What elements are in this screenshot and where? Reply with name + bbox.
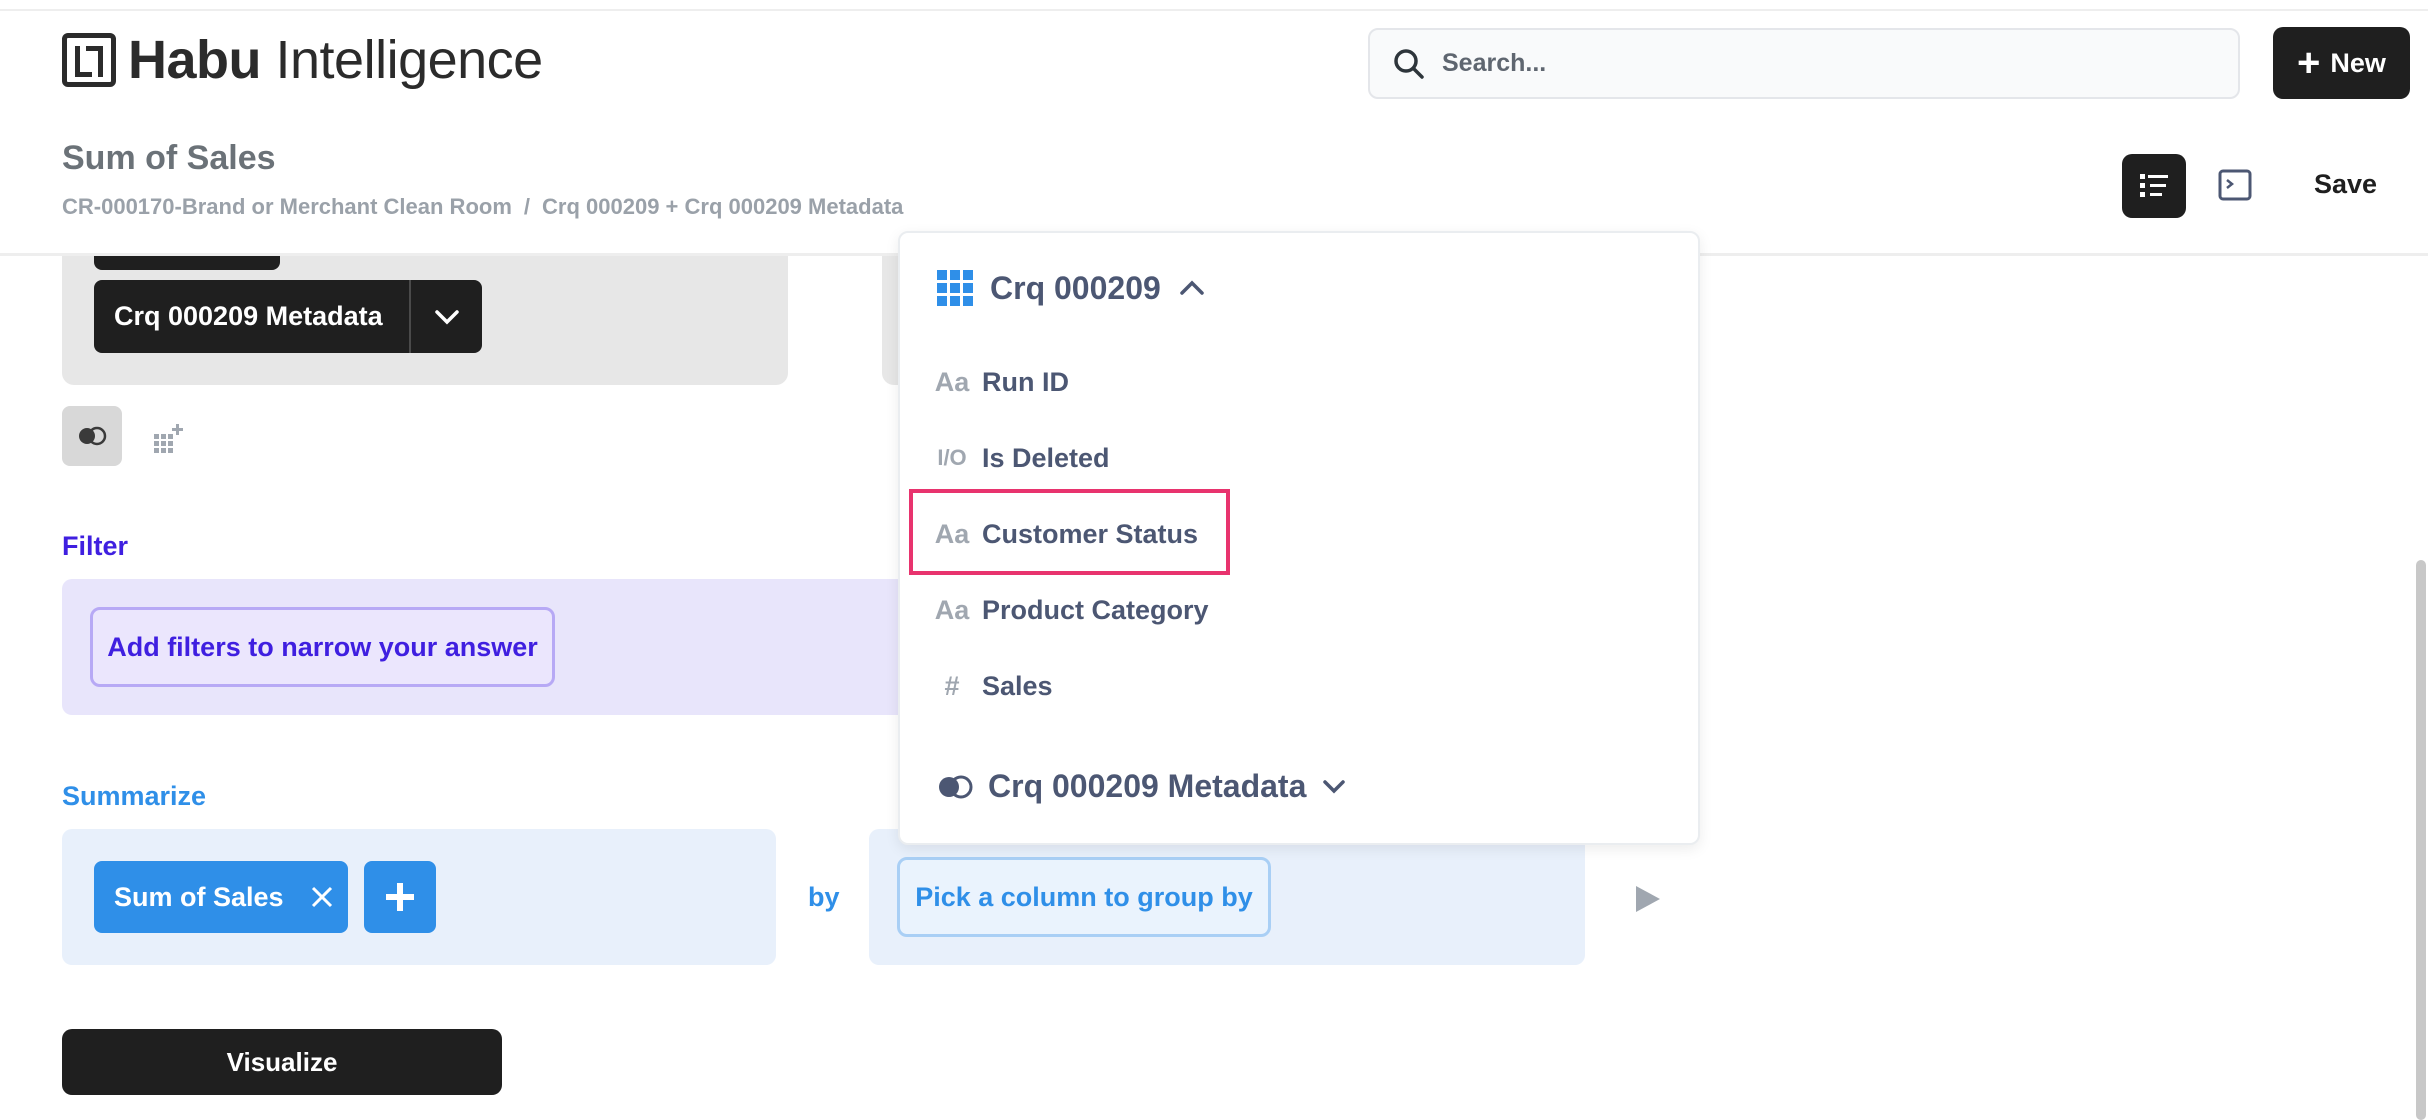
text-type-icon: Aa [934,366,970,397]
grid-plus-icon [154,424,183,453]
column-option-customer-status[interactable]: Aa Customer Status [930,504,1198,564]
number-type-icon: # [944,670,960,701]
column-option-label: Run ID [982,366,1069,397]
plus-icon [386,883,414,911]
joined-table-pill[interactable]: Crq 000209 Metadata [94,280,482,353]
console-icon [2218,169,2252,201]
column-option-label: Is Deleted [982,442,1110,473]
chevron-down-icon [1322,779,1346,795]
column-option-product-category[interactable]: Aa Product Category [930,580,1209,640]
column-option-run-id[interactable]: Aa Run ID [930,352,1069,412]
join-data-button[interactable] [62,406,122,466]
joined-table-section-header[interactable]: Crq 000209 Metadata [936,768,1346,805]
visualize-button[interactable]: Visualize [62,1029,502,1095]
boolean-type-icon: I/O [937,445,967,470]
column-option-label: Sales [982,670,1053,701]
habu-logo-icon [62,33,116,87]
search-icon [1394,48,1424,79]
filter-section-label: Filter [62,531,129,561]
text-type-icon: Aa [934,594,970,625]
breadcrumb: CR-000170-Brand or Merchant Clean Room /… [62,194,903,220]
app-header: Habu Intelligence + New Sum of Sales CR-… [0,11,2428,256]
join-icon [79,426,107,446]
add-filter-button[interactable]: Add filters to narrow your answer [90,607,555,687]
breadcrumb-clean-room[interactable]: CR-000170-Brand or Merchant Clean Room [62,194,512,220]
text-type-icon: Aa [934,518,970,549]
column-option-sales[interactable]: # Sales [930,656,1053,716]
metric-pill[interactable]: Sum of Sales [94,861,348,933]
logo-text: Habu Intelligence [128,30,543,90]
joined-table-section-title: Crq 000209 Metadata [988,768,1307,804]
top-border [0,0,2428,11]
chevron-up-icon [1179,280,1205,296]
joined-table-label: Crq 000209 Metadata [114,301,383,331]
search-bar[interactable] [1368,28,2240,99]
save-button[interactable]: Save [2300,161,2391,208]
table-section-header[interactable]: Crq 000209 [936,269,1205,307]
summarize-section-label: Summarize [62,781,207,811]
breadcrumb-dataset: Crq 000209 + Crq 000209 Metadata [542,194,904,219]
notebook-view-button[interactable] [2122,154,2186,218]
column-option-label: Customer Status [982,518,1199,549]
metric-label: Sum of Sales [114,881,284,912]
sql-view-button[interactable] [2214,164,2256,206]
join-icon [939,775,973,798]
table-section-title: Crq 000209 [990,269,1161,306]
table-grid-icon [937,270,973,306]
new-button-label: New [2330,47,2386,78]
page-scrollbar[interactable] [2416,560,2426,1120]
column-option-label: Product Category [982,594,1209,625]
group-by-button[interactable]: Pick a column to group by [897,857,1271,937]
new-button[interactable]: + New [2273,27,2410,99]
page-title: Sum of Sales [62,139,276,177]
column-option-is-deleted[interactable]: I/O Is Deleted [930,428,1110,488]
add-table-button[interactable] [150,420,186,456]
plus-icon: + [2297,41,2321,85]
habu-logo[interactable]: Habu Intelligence [62,29,543,91]
column-picker-dropdown: Crq 000209 Aa Run ID I/O Is Deleted Aa C… [898,231,1700,845]
search-input[interactable] [1442,49,2202,78]
close-icon[interactable] [310,885,334,909]
breadcrumb-separator: / [523,194,531,219]
by-label: by [808,882,840,912]
preview-play-icon[interactable] [1630,882,1664,916]
chevron-down-icon[interactable] [411,309,482,325]
list-view-icon [2140,174,2168,197]
add-metric-button[interactable] [364,861,436,933]
